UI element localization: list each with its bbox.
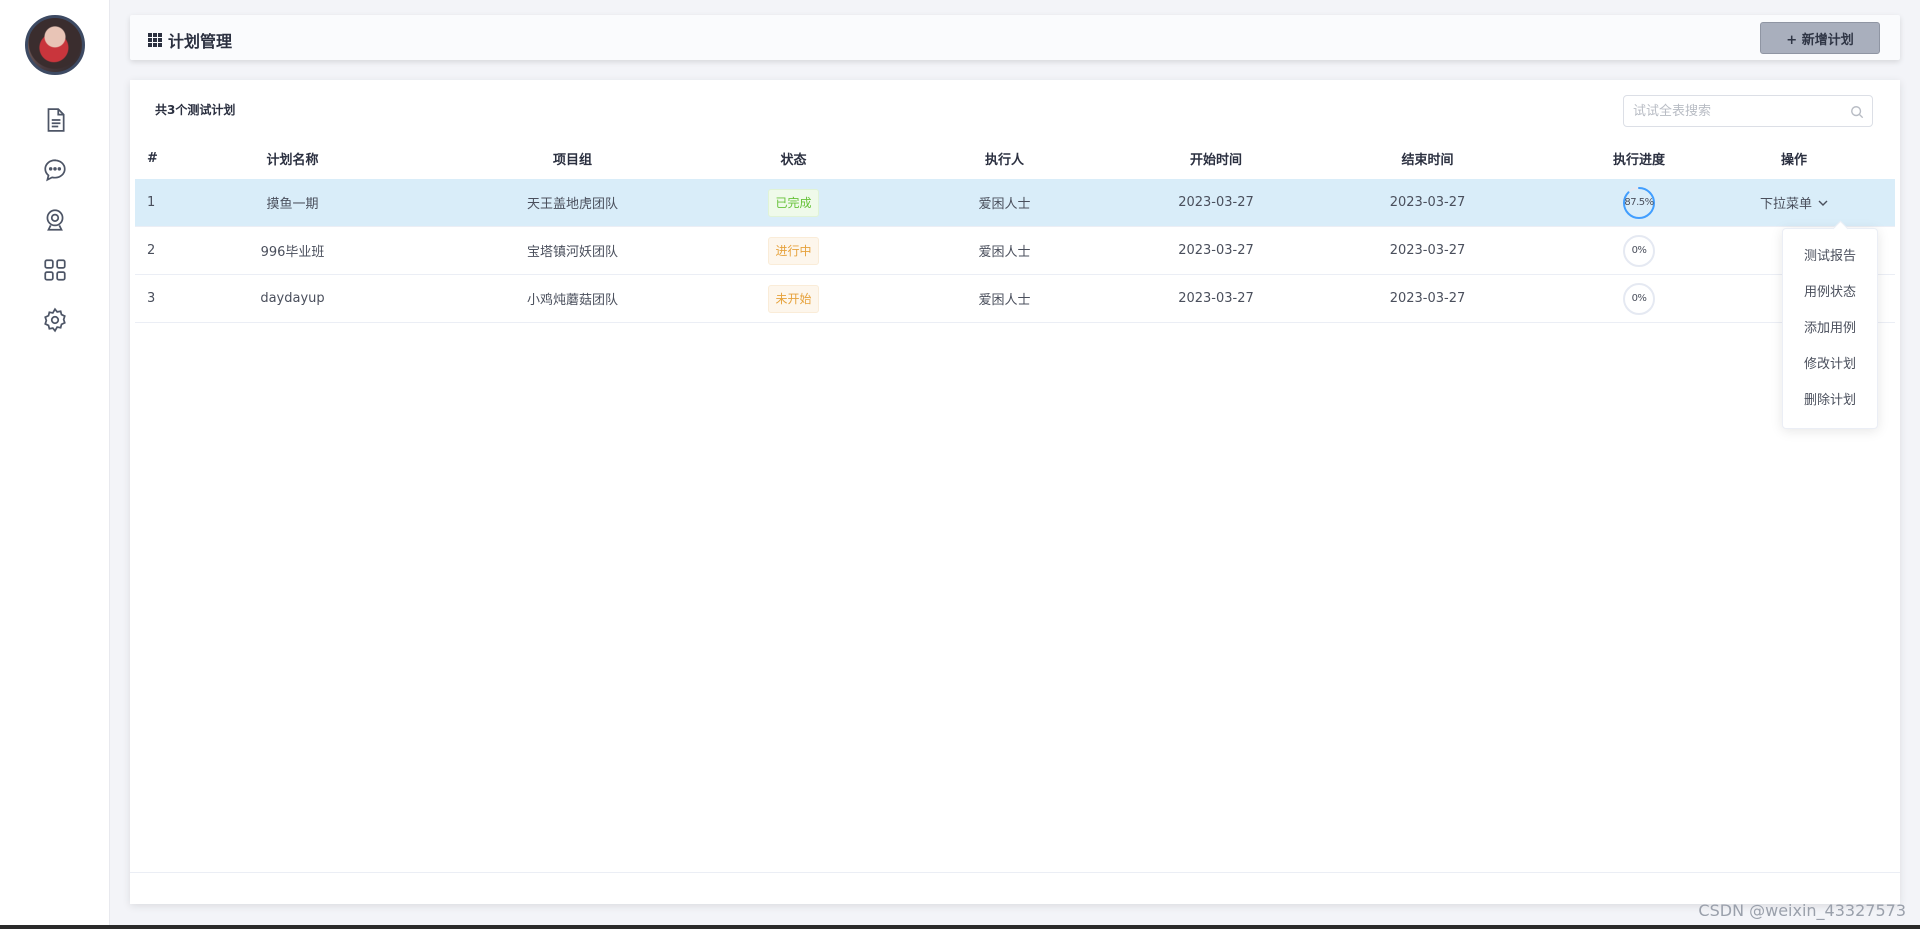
watermark: CSDN @weixin_43327573 — [1698, 901, 1906, 920]
bottom-bar — [0, 925, 1920, 929]
status-cell: 已完成 — [740, 188, 847, 217]
sidebar — [0, 0, 110, 925]
column-header: 开始时间 — [1189, 152, 1242, 168]
search-icon[interactable] — [1850, 104, 1864, 119]
end-time: 2023-03-27 — [1389, 243, 1466, 258]
status-badge: 进行中 — [768, 236, 819, 265]
progress-ring: 0% — [1622, 234, 1656, 268]
page-title: 计划管理 — [148, 28, 232, 52]
progress-text: 87.5% — [1624, 197, 1654, 208]
avatar[interactable] — [25, 15, 85, 75]
status-cell: 进行中 — [740, 236, 847, 265]
start-time: 2023-03-27 — [1178, 291, 1254, 306]
grid-icon — [148, 33, 162, 47]
status-badge: 未开始 — [768, 284, 819, 313]
column-header: 状态 — [780, 152, 807, 168]
end-time: 2023-03-27 — [1389, 195, 1466, 210]
search-input[interactable] — [1624, 96, 1872, 126]
progress-cell: 87.5% — [1585, 186, 1693, 220]
menu-item-edit-plan[interactable]: 修改计划 — [1783, 347, 1877, 383]
table-row[interactable]: 3 daydayup 小鸡炖蘑菇团队 未开始 爱困人士 2023-03-27 2… — [135, 275, 1895, 323]
executor: 爱困人士 — [978, 293, 1031, 308]
project-group: 小鸡炖蘑菇团队 — [526, 293, 618, 308]
plan-table-card: 共3个测试计划 # 计划名称 项目组 状态 执行人 开始时间 结束时间 执行进度… — [130, 80, 1900, 904]
document-icon[interactable] — [40, 105, 70, 135]
apps-icon[interactable] — [40, 255, 70, 285]
chevron-down-icon — [1818, 200, 1828, 206]
column-header: 执行人 — [984, 152, 1024, 168]
progress-cell: 0% — [1585, 234, 1693, 268]
column-header: # — [147, 150, 158, 166]
table-row[interactable]: 2 996毕业班 宝塔镇河妖团队 进行中 爱困人士 2023-03-27 202… — [135, 227, 1895, 275]
column-header: 计划名称 — [266, 152, 319, 168]
status-cell: 未开始 — [740, 284, 847, 313]
menu-item-add-case[interactable]: 添加用例 — [1783, 311, 1877, 347]
add-plan-button[interactable]: + 新增计划 — [1760, 22, 1880, 54]
row-index: 2 — [147, 243, 156, 258]
column-header: 项目组 — [552, 152, 592, 168]
column-header: 执行进度 — [1612, 152, 1665, 168]
plan-name: 摸鱼一期 — [266, 197, 319, 212]
card-footer-divider — [130, 872, 1900, 873]
chat-icon[interactable] — [40, 155, 70, 185]
page-title-text: 计划管理 — [168, 32, 233, 51]
dropdown-label: 下拉菜单 — [1759, 197, 1812, 212]
progress-text: 0% — [1631, 245, 1647, 256]
table-header: # 计划名称 项目组 状态 执行人 开始时间 结束时间 执行进度 操作 — [135, 137, 1895, 179]
progress-text: 0% — [1631, 293, 1647, 304]
column-header: 结束时间 — [1401, 152, 1454, 168]
table-search — [1623, 95, 1873, 127]
column-header: 操作 — [1780, 152, 1807, 168]
executor: 爱困人士 — [978, 245, 1031, 260]
settings-icon[interactable] — [40, 305, 70, 335]
menu-item-delete-plan[interactable]: 删除计划 — [1783, 383, 1877, 419]
plan-name: daydayup — [260, 291, 325, 306]
menu-item-test-report[interactable]: 测试报告 — [1783, 239, 1877, 275]
status-badge: 已完成 — [768, 188, 819, 217]
operation-cell: 下拉菜单 — [1693, 193, 1895, 212]
start-time: 2023-03-27 — [1178, 195, 1254, 210]
plan-count-label: 共3个测试计划 — [155, 103, 236, 117]
webcam-icon[interactable] — [40, 205, 70, 235]
start-time: 2023-03-27 — [1178, 243, 1254, 258]
progress-ring: 87.5% — [1622, 186, 1656, 220]
end-time: 2023-03-27 — [1389, 291, 1466, 306]
progress-cell: 0% — [1585, 282, 1693, 316]
executor: 爱困人士 — [978, 197, 1031, 212]
dropdown-trigger[interactable]: 下拉菜单 — [1760, 193, 1828, 212]
project-group: 宝塔镇河妖团队 — [526, 245, 618, 260]
page-header: 计划管理 + 新增计划 — [130, 15, 1900, 60]
plan-name: 996毕业班 — [260, 245, 325, 260]
row-dropdown-menu: 测试报告 用例状态 添加用例 修改计划 删除计划 — [1782, 228, 1878, 429]
project-group: 天王盖地虎团队 — [526, 197, 618, 212]
menu-item-case-status[interactable]: 用例状态 — [1783, 275, 1877, 311]
plan-table: # 计划名称 项目组 状态 执行人 开始时间 结束时间 执行进度 操作 1 摸鱼… — [135, 137, 1895, 323]
row-index: 3 — [147, 291, 156, 306]
table-row[interactable]: 1 摸鱼一期 天王盖地虎团队 已完成 爱困人士 2023-03-27 2023-… — [135, 179, 1895, 227]
progress-ring: 0% — [1622, 282, 1656, 316]
row-index: 1 — [147, 195, 156, 210]
